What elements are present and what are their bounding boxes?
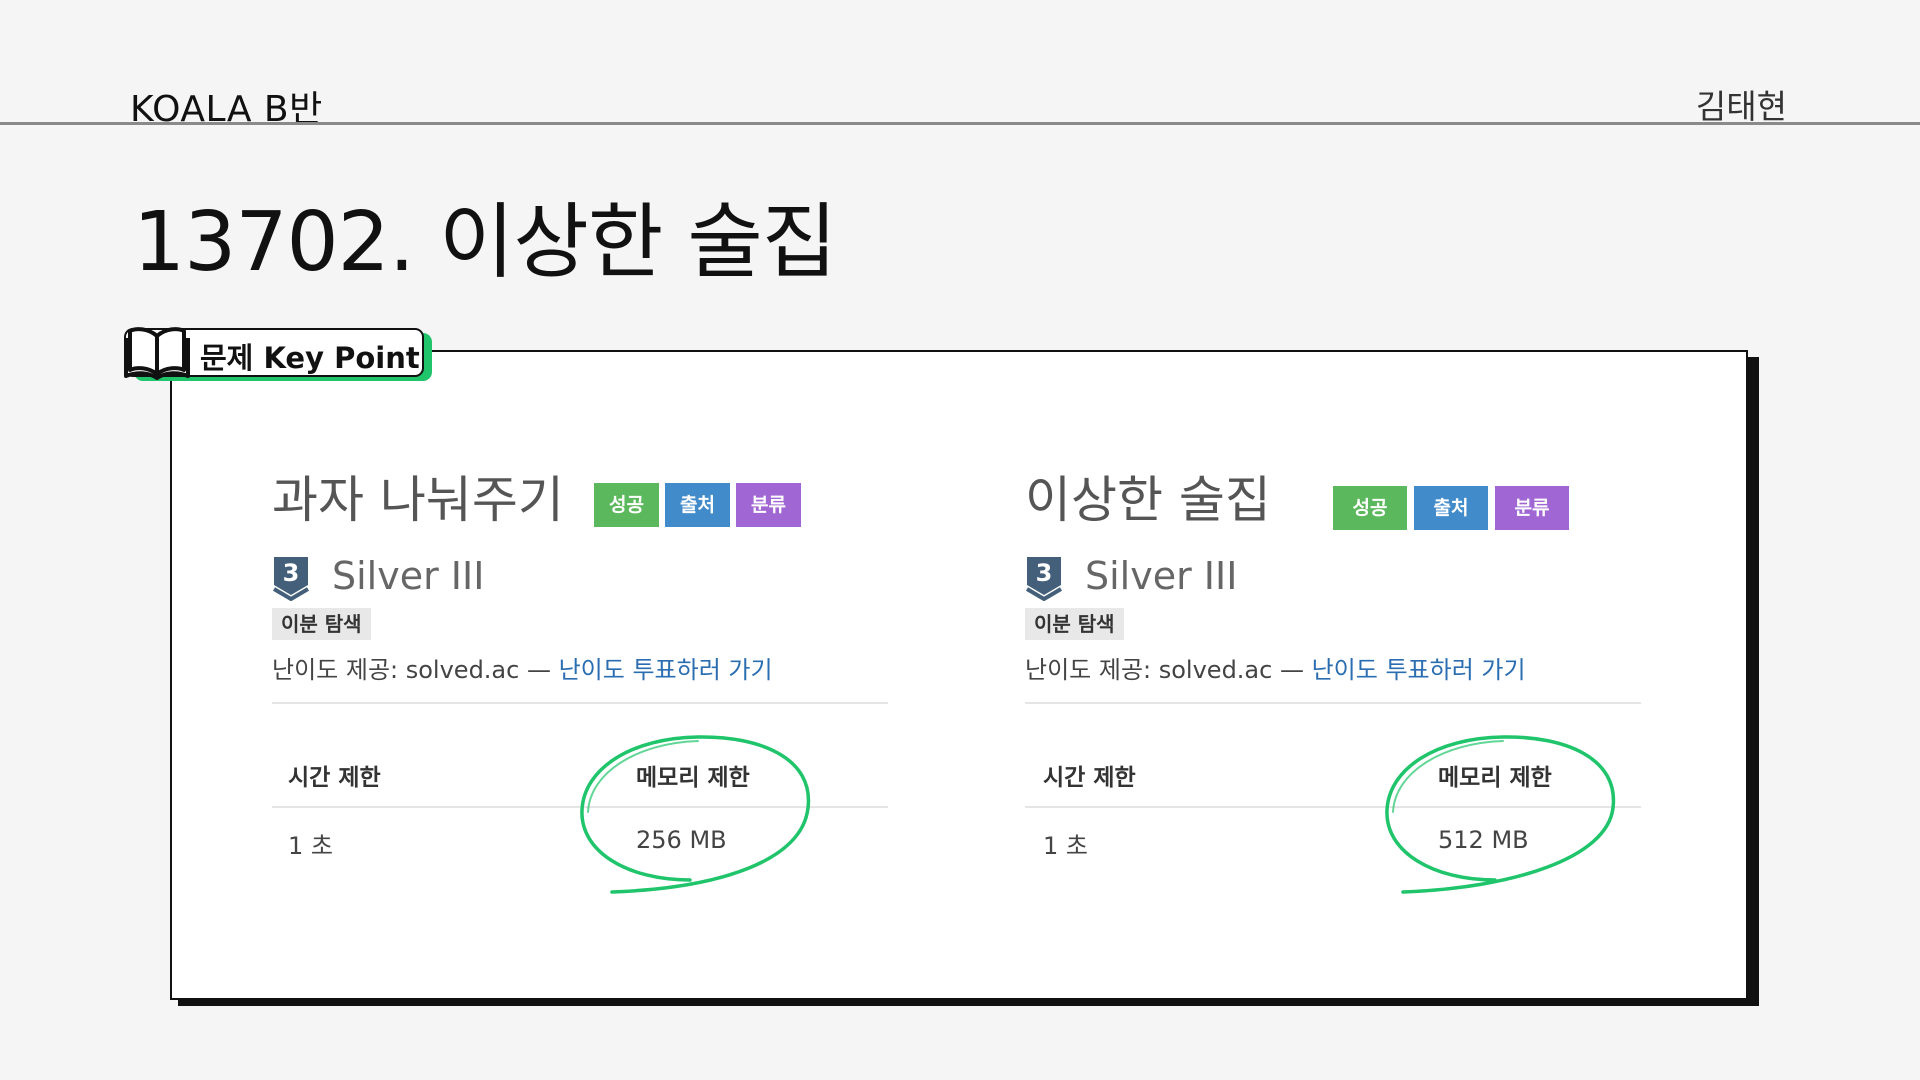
- time-limit-header: 시간 제한: [1043, 765, 1136, 791]
- section-divider: [1025, 702, 1641, 704]
- key-point-text: 문제 Key Point: [200, 341, 420, 375]
- problem-title: 이상한 술집: [1025, 471, 1271, 529]
- key-point-label: 문제 Key Point: [124, 327, 432, 381]
- problem-panel-right: 이상한 술집 성공 출처 분류 3 Silver III 이분 탐색 난이도 제…: [1025, 460, 1645, 900]
- problem-panel-left: 과자 나눠주기 성공 출처 분류 3 Silver III 이분 탐색 난이도 …: [272, 460, 892, 900]
- tier-number: 3: [1036, 559, 1053, 587]
- difficulty-credit: 난이도 제공: solved.ac — 난이도 투표하러 가기: [1025, 650, 1526, 685]
- tier-text: Silver III: [332, 554, 485, 598]
- open-book-icon: [124, 327, 190, 380]
- tag-success[interactable]: 성공: [594, 483, 659, 527]
- algorithm-badge[interactable]: 이분 탐색: [1025, 608, 1124, 640]
- tag-source[interactable]: 출처: [665, 483, 730, 527]
- algorithm-badge[interactable]: 이분 탐색: [272, 608, 371, 640]
- vote-difficulty-link[interactable]: 난이도 투표하러 가기: [559, 656, 773, 684]
- tag-category[interactable]: 분류: [1495, 486, 1569, 530]
- time-limit-value: 1 초: [1043, 832, 1088, 860]
- tier-text: Silver III: [1085, 554, 1238, 598]
- credit-prefix: 난이도 제공: solved.ac —: [1025, 656, 1312, 684]
- page-title: 13702. 이상한 술집: [133, 195, 837, 290]
- highlight-circle: [580, 735, 811, 894]
- tag-source[interactable]: 출처: [1414, 486, 1488, 530]
- problem-title: 과자 나눠주기: [272, 471, 564, 529]
- highlight-circle: [1385, 735, 1616, 894]
- section-divider: [272, 702, 888, 704]
- header-divider: [0, 122, 1920, 125]
- author-name: 김태현: [1695, 87, 1787, 126]
- vote-difficulty-link[interactable]: 난이도 투표하러 가기: [1312, 656, 1526, 684]
- tag-category[interactable]: 분류: [736, 483, 801, 527]
- time-limit-value: 1 초: [288, 832, 333, 860]
- tier-badge-icon: 3: [1025, 557, 1063, 601]
- tier-badge-icon: 3: [272, 557, 310, 601]
- tier-number: 3: [283, 559, 300, 587]
- tag-success[interactable]: 성공: [1333, 486, 1407, 530]
- time-limit-header: 시간 제한: [288, 765, 381, 791]
- difficulty-credit: 난이도 제공: solved.ac — 난이도 투표하러 가기: [272, 650, 773, 685]
- credit-prefix: 난이도 제공: solved.ac —: [272, 656, 559, 684]
